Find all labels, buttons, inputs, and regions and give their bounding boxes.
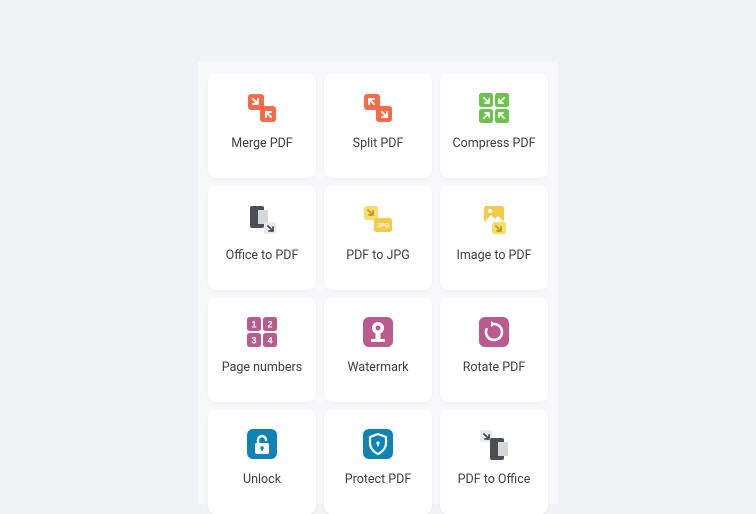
unlock-icon xyxy=(242,424,282,464)
tool-label: Page numbers xyxy=(222,360,302,376)
tool-label: Image to PDF xyxy=(456,248,531,264)
svg-text:3: 3 xyxy=(251,336,256,346)
tool-label: Split PDF xyxy=(353,136,404,152)
tool-label: PDF to JPG xyxy=(346,248,410,264)
svg-text:4: 4 xyxy=(267,336,272,346)
svg-text:JPG: JPG xyxy=(376,223,389,230)
tool-office-to-pdf[interactable]: Office to PDF xyxy=(208,186,316,290)
tool-compress-pdf[interactable]: Compress PDF xyxy=(440,74,548,178)
rotate-icon xyxy=(474,312,514,352)
tool-watermark[interactable]: Watermark xyxy=(324,298,432,402)
tool-label: PDF to Office xyxy=(458,472,531,488)
page-numbers-icon: 1 2 3 4 xyxy=(242,312,282,352)
svg-text:1: 1 xyxy=(251,320,256,330)
tool-label: Rotate PDF xyxy=(463,360,526,376)
tool-label: Merge PDF xyxy=(231,136,292,152)
tool-label: Unlock xyxy=(243,472,281,488)
tool-unlock-pdf[interactable]: Unlock xyxy=(208,410,316,514)
tool-label: Watermark xyxy=(348,360,409,376)
tool-protect-pdf[interactable]: Protect PDF xyxy=(324,410,432,514)
split-icon xyxy=(358,88,398,128)
pdf-to-jpg-icon: JPG xyxy=(358,200,398,240)
tool-split-pdf[interactable]: Split PDF xyxy=(324,74,432,178)
image-to-pdf-icon xyxy=(474,200,514,240)
tool-rotate-pdf[interactable]: Rotate PDF xyxy=(440,298,548,402)
tool-label: Protect PDF xyxy=(345,472,412,488)
pdf-to-office-icon xyxy=(474,424,514,464)
svg-text:2: 2 xyxy=(267,320,272,330)
tool-pdf-to-jpg[interactable]: JPG PDF to JPG xyxy=(324,186,432,290)
protect-icon xyxy=(358,424,398,464)
tools-panel: Merge PDF Split PDF xyxy=(198,62,558,504)
tool-merge-pdf[interactable]: Merge PDF xyxy=(208,74,316,178)
watermark-icon xyxy=(358,312,398,352)
tool-pdf-to-office[interactable]: PDF to Office xyxy=(440,410,548,514)
tools-grid: Merge PDF Split PDF xyxy=(208,74,548,514)
tool-page-numbers[interactable]: 1 2 3 4 Page numbers xyxy=(208,298,316,402)
tool-label: Office to PDF xyxy=(226,248,299,264)
merge-icon xyxy=(242,88,282,128)
office-to-pdf-icon xyxy=(242,200,282,240)
compress-icon xyxy=(474,88,514,128)
tool-label: Compress PDF xyxy=(453,136,536,152)
tool-image-to-pdf[interactable]: Image to PDF xyxy=(440,186,548,290)
